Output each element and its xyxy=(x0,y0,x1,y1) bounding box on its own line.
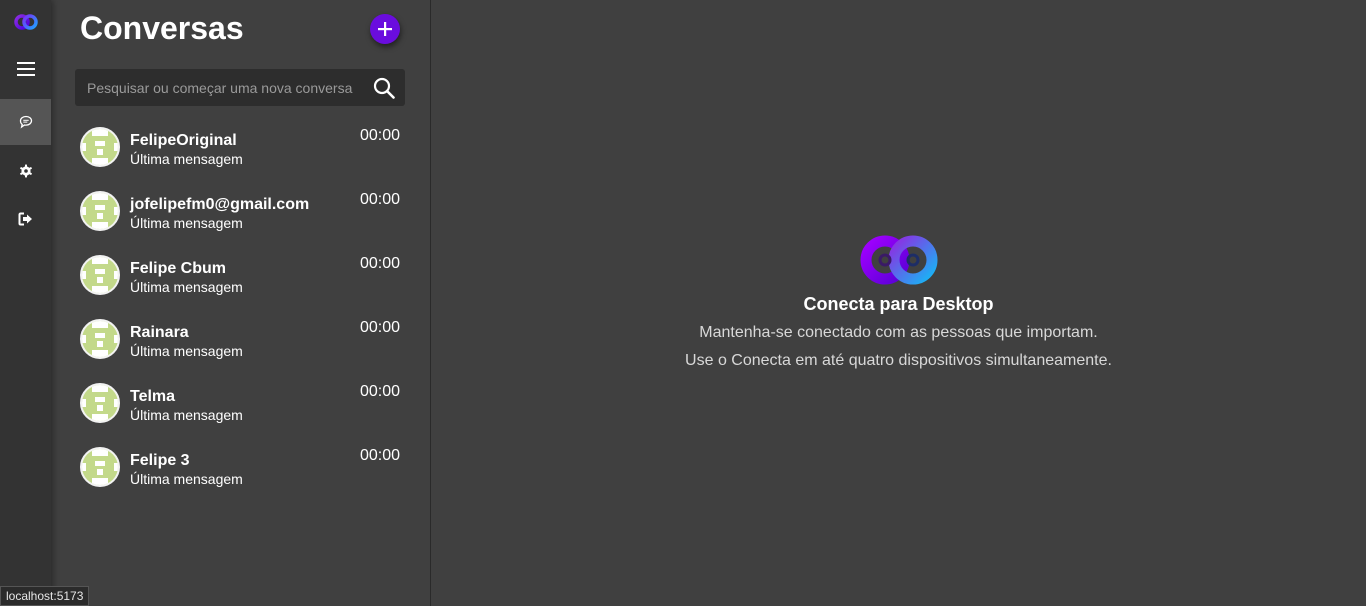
conversation-item[interactable]: FelipeOriginal Última mensagem 00:00 xyxy=(51,116,431,180)
conversation-last-message: Última mensagem xyxy=(130,215,243,231)
default-avatar-icon xyxy=(82,193,118,229)
conversation-time: 00:00 xyxy=(359,127,400,144)
menu-icon xyxy=(16,62,35,76)
conversation-name: Telma xyxy=(130,388,176,405)
conversation-last-message: Última mensagem xyxy=(130,151,243,167)
new-conversation-button[interactable] xyxy=(370,14,400,44)
gear-icon xyxy=(19,164,32,178)
welcome-title: Conecta para Desktop xyxy=(803,294,994,314)
logout-button[interactable] xyxy=(0,196,51,242)
avatar xyxy=(80,255,120,295)
conversation-time: 00:00 xyxy=(359,447,400,464)
main-welcome-area: Conecta para Desktop Mantenha-se conecta… xyxy=(431,0,1366,606)
search-bar xyxy=(75,69,405,106)
conecta-logo-icon xyxy=(860,235,937,285)
menu-button[interactable] xyxy=(0,46,51,92)
avatar xyxy=(80,191,120,231)
conversation-name: Felipe Cbum xyxy=(130,260,227,277)
conversation-time: 00:00 xyxy=(359,255,400,272)
page-title: Conversas xyxy=(80,10,244,46)
conversation-item[interactable]: Telma Última mensagem 00:00 xyxy=(51,372,431,436)
status-bar-url: localhost:5173 xyxy=(0,586,90,606)
conversation-last-message: Última mensagem xyxy=(130,407,243,423)
conversations-panel: Conversas FelipeOriginal Última mensagem… xyxy=(51,0,431,606)
conversation-item[interactable]: Felipe 3 Última mensagem 00:00 xyxy=(51,436,431,500)
default-avatar-icon xyxy=(82,257,118,293)
conversation-item[interactable]: jofelipefm0@gmail.com Última mensagem 00… xyxy=(51,180,431,244)
search-icon[interactable] xyxy=(373,77,395,99)
conversation-name: Felipe 3 xyxy=(130,452,190,469)
avatar xyxy=(80,319,120,359)
conversation-name: Rainara xyxy=(130,324,189,341)
settings-button[interactable] xyxy=(0,148,51,194)
conversation-last-message: Última mensagem xyxy=(130,343,243,359)
conversation-time: 00:00 xyxy=(359,191,400,208)
default-avatar-icon xyxy=(82,129,118,165)
conversation-last-message: Última mensagem xyxy=(130,471,243,487)
plus-icon xyxy=(378,22,392,36)
conversation-time: 00:00 xyxy=(359,319,400,336)
conversation-last-message: Última mensagem xyxy=(130,279,243,295)
conversation-time: 00:00 xyxy=(359,383,400,400)
conversation-item[interactable]: Rainara Última mensagem 00:00 xyxy=(51,308,431,372)
avatar xyxy=(80,447,120,487)
default-avatar-icon xyxy=(82,385,118,421)
conversation-name: jofelipefm0@gmail.com xyxy=(130,196,310,213)
welcome-screen: Conecta para Desktop Mantenha-se conecta… xyxy=(431,234,1366,375)
chat-icon xyxy=(19,115,32,129)
default-avatar-icon xyxy=(82,449,118,485)
avatar xyxy=(80,127,120,167)
avatar xyxy=(80,383,120,423)
chats-button[interactable] xyxy=(0,99,51,145)
conversation-item[interactable]: Felipe Cbum Última mensagem 00:00 xyxy=(51,244,431,308)
search-input[interactable] xyxy=(75,69,365,106)
logout-icon xyxy=(18,212,32,226)
welcome-text-line-2: Use o Conecta em até quatro dispositivos… xyxy=(685,352,1112,369)
default-avatar-icon xyxy=(82,321,118,357)
conversation-name: FelipeOriginal xyxy=(130,132,237,149)
conecta-logo-icon[interactable] xyxy=(14,12,38,32)
navigation-rail xyxy=(0,0,51,606)
conversation-list: FelipeOriginal Última mensagem 00:00 jof… xyxy=(51,116,431,500)
welcome-text-line-1: Mantenha-se conectado com as pessoas que… xyxy=(699,324,1098,341)
